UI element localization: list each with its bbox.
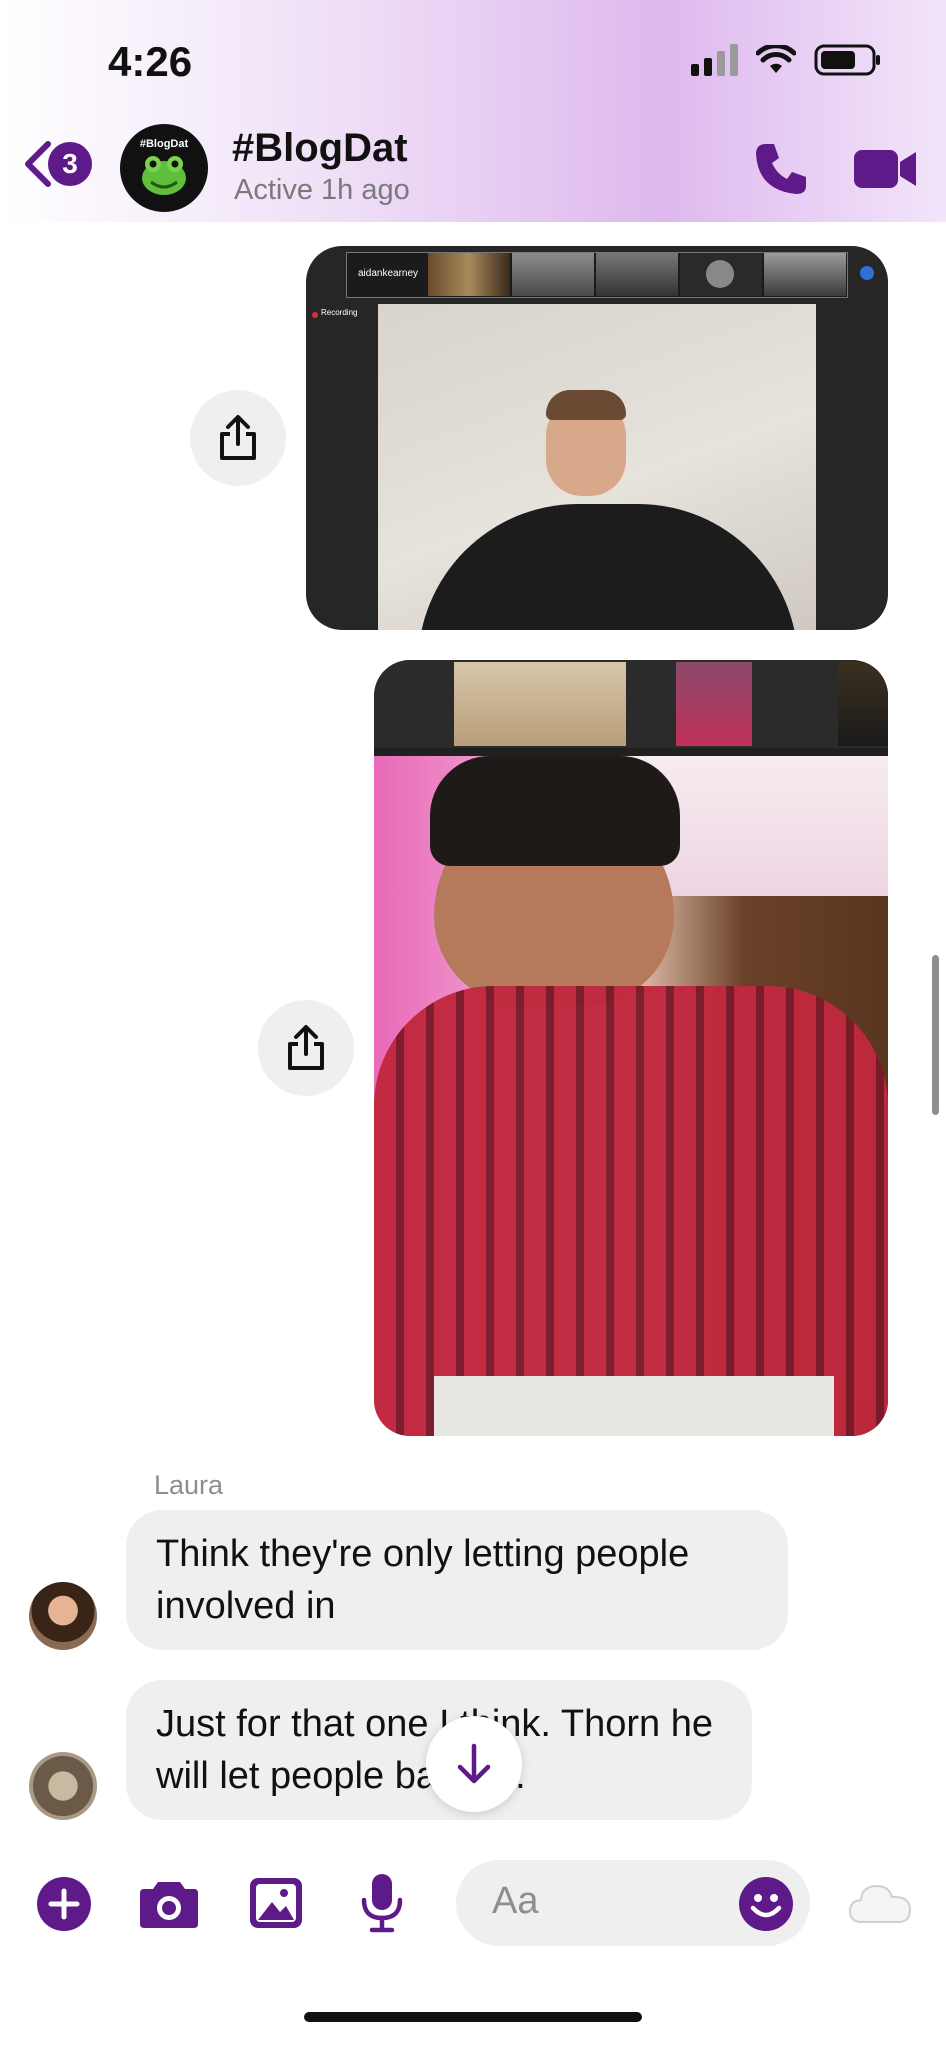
share-icon <box>288 1025 324 1070</box>
video-call-icon[interactable] <box>852 146 918 192</box>
participant-tile <box>454 662 626 746</box>
frog-logo-icon <box>142 156 186 195</box>
chat-header: 4:26 3 #BlogDat #BlogDat Active 1h ago <box>0 0 946 222</box>
sender-name: Laura <box>154 1470 224 1500</box>
phone-call-icon[interactable] <box>752 140 810 198</box>
participant-tile <box>676 662 752 746</box>
chat-title[interactable]: #BlogDat <box>232 126 408 171</box>
main-video <box>374 756 888 1436</box>
participant-tile <box>512 253 594 296</box>
avatar-logo-text: #BlogDat <box>139 138 189 150</box>
camera-icon[interactable] <box>138 1878 200 1930</box>
back-button[interactable]: 3 <box>20 140 92 188</box>
status-time: 4:26 <box>108 38 193 85</box>
home-indicator <box>304 2012 642 2022</box>
emoji-icon[interactable] <box>738 1876 794 1932</box>
arrow-down-icon <box>457 1743 491 1784</box>
participant-strip <box>374 660 888 748</box>
share-button[interactable] <box>258 1000 354 1096</box>
cloud-icon[interactable] <box>848 1880 912 1926</box>
participant-phone-icon <box>706 260 734 288</box>
participant-tile <box>428 253 510 296</box>
sender-avatar[interactable] <box>29 1752 97 1820</box>
unread-badge: 3 <box>48 142 92 186</box>
participant-name-label: aidankearney <box>358 268 419 279</box>
sender-avatar[interactable] <box>29 1582 97 1650</box>
participant-tile <box>764 253 846 296</box>
shared-image-video-frame[interactable] <box>374 660 888 1436</box>
wifi-icon <box>756 45 796 73</box>
share-button[interactable] <box>190 390 286 486</box>
plus-icon[interactable] <box>36 1876 92 1932</box>
gallery-icon[interactable] <box>248 1876 304 1930</box>
scroll-to-bottom-button[interactable] <box>426 1716 522 1812</box>
participant-tile <box>596 253 678 296</box>
active-status: Active 1h ago <box>234 174 410 206</box>
speaker-video <box>378 304 816 630</box>
scrollbar[interactable] <box>932 955 939 1115</box>
cellular-signal-icon <box>691 44 738 76</box>
microphone-icon[interactable] <box>360 1872 404 1934</box>
more-participants-icon <box>860 266 874 280</box>
recording-label: Recording <box>321 308 358 317</box>
shared-image-zoom-call[interactable]: aidankearney Recording <box>306 246 888 630</box>
battery-icon <box>814 44 880 76</box>
group-avatar[interactable]: #BlogDat <box>120 124 208 212</box>
status-icons <box>691 44 882 76</box>
message-input-placeholder: Aa <box>492 1880 539 1922</box>
recording-indicator-icon <box>312 312 318 318</box>
share-icon <box>220 415 256 460</box>
message-bubble[interactable]: Think they're only letting people involv… <box>126 1510 788 1650</box>
participant-tile <box>838 662 888 746</box>
